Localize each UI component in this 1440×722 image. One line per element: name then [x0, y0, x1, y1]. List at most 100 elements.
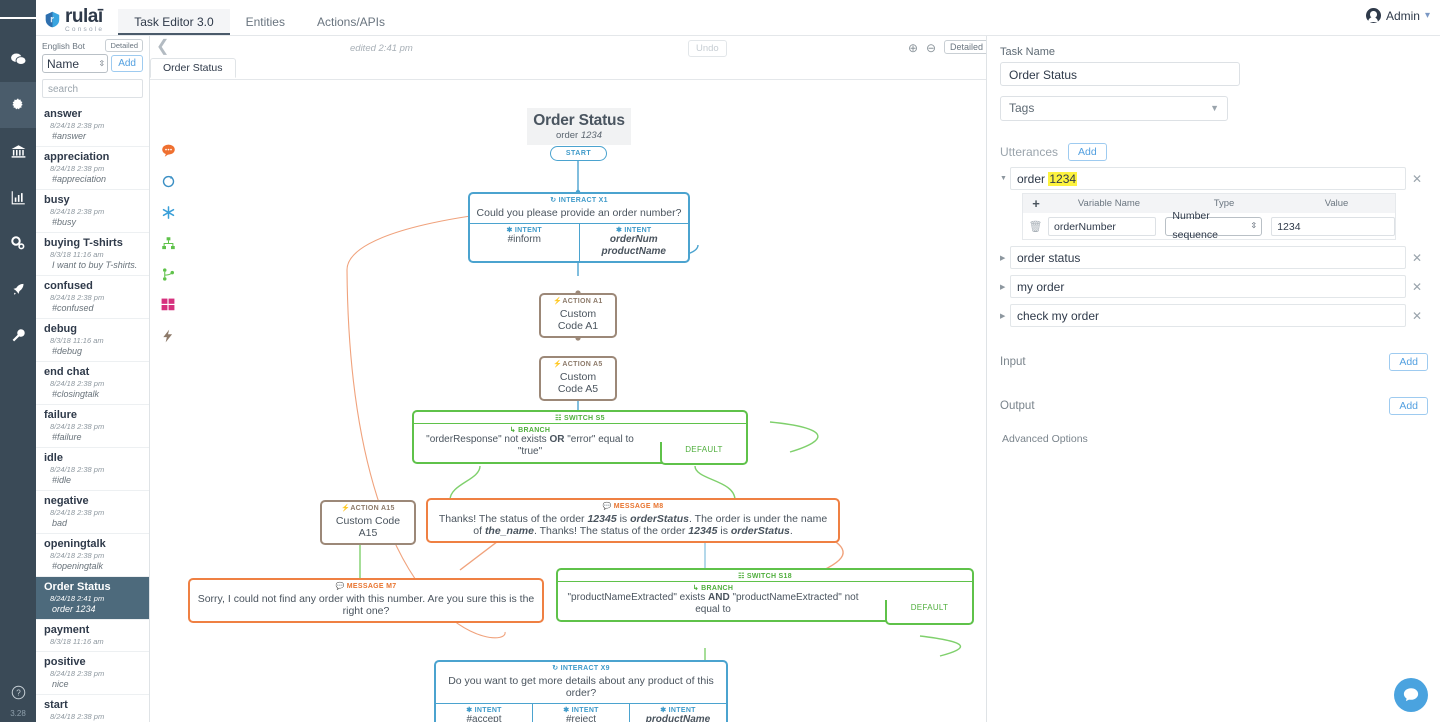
list-item[interactable]: buying T-shirts 8/3/18 11:16 am I want to … — [36, 233, 149, 276]
hamburger-menu-icon[interactable] — [0, 0, 36, 36]
intent-cell[interactable]: ✱ INTENT productName — [630, 704, 726, 722]
rail-item-configuration[interactable] — [0, 220, 36, 266]
sidebar-detailed-button[interactable]: Detailed — [105, 39, 143, 52]
task-name-input[interactable]: Order Status — [1000, 62, 1240, 86]
node-interact-x1[interactable]: ↻ INTERACT X1 Could you please provide a… — [468, 192, 690, 263]
chat-fab-button[interactable] — [1394, 678, 1428, 712]
branch-cell[interactable]: ↳ BRANCH "productNameExtracted" exists A… — [558, 582, 868, 620]
delete-utterance-icon[interactable]: ✕ — [1406, 309, 1428, 323]
tags-select[interactable]: Tags ▼ — [1000, 96, 1228, 121]
delete-utterance-icon[interactable]: ✕ — [1406, 280, 1428, 294]
node-action-a15[interactable]: ⚡ACTION A15 Custom Code A15 — [320, 500, 416, 545]
interact-tool-icon[interactable] — [158, 171, 178, 191]
canvas-tab-order-status[interactable]: Order Status — [150, 58, 236, 78]
variable-value-input[interactable]: 1234 — [1271, 216, 1395, 236]
utterance-input[interactable]: order status — [1010, 246, 1406, 269]
default-label: DEFAULT — [910, 603, 949, 612]
add-input-button[interactable]: Add — [1389, 353, 1428, 371]
add-task-button[interactable]: Add — [111, 55, 143, 72]
tab-entities[interactable]: Entities — [230, 9, 301, 35]
delete-utterance-icon[interactable]: ✕ — [1406, 251, 1428, 265]
canvas-detailed-button[interactable]: Detailed — [944, 40, 986, 54]
expand-toggle-icon[interactable]: ▼ — [1000, 175, 1010, 182]
add-utterance-button[interactable]: Add — [1068, 143, 1107, 161]
node-switch-s18-default[interactable]: DEFAULT — [885, 600, 974, 625]
intent-cell[interactable]: ✱ INTENT orderNum productName — [580, 224, 689, 261]
list-item-date: 8/24/18 2:38 pm — [50, 121, 105, 130]
rail-item-settings[interactable] — [0, 82, 36, 128]
utterance-input[interactable]: my order — [1010, 275, 1406, 298]
tab-actions-apis[interactable]: Actions/APIs — [301, 9, 401, 35]
brand-logo[interactable]: rulaī Console — [36, 7, 118, 36]
add-output-button[interactable]: Add — [1389, 397, 1428, 415]
intent-cell[interactable]: ✱ INTENT #reject im done finished Não — [533, 704, 630, 722]
branch-cell[interactable]: ↳ BRANCH "orderResponse" not exists OR "… — [414, 424, 646, 462]
tab-task-editor[interactable]: Task Editor 3.0 — [118, 9, 230, 35]
rail-item-analytics[interactable] — [0, 174, 36, 220]
node-switch-s5-default[interactable]: DEFAULT — [660, 442, 748, 465]
zoom-out-icon[interactable]: ⊖ — [926, 41, 936, 55]
grid-tool-icon[interactable] — [158, 295, 178, 315]
task-list[interactable]: answer 8/24/18 2:38 pm #answer appreciation… — [36, 104, 149, 722]
utterances-header: Utterances Add — [1000, 143, 1428, 161]
search-input[interactable]: search — [42, 79, 143, 98]
help-icon[interactable]: ? — [11, 685, 26, 705]
node-interact-x9[interactable]: ↻ INTERACT X9 Do you want to get more de… — [434, 660, 728, 722]
list-item[interactable]: answer 8/24/18 2:38 pm #answer — [36, 104, 149, 147]
list-item[interactable]: end chat 8/24/18 2:38 pm #closingtalk — [36, 362, 149, 405]
sort-select[interactable]: Name ⇳ — [42, 54, 109, 73]
switch-tool-icon[interactable] — [158, 233, 178, 253]
delete-variable-icon[interactable]: 🗑 — [1023, 220, 1048, 233]
expand-toggle-icon[interactable]: ▶ — [1000, 283, 1010, 291]
rail-item-deploy[interactable] — [0, 266, 36, 312]
list-item[interactable]: openingtalk 8/24/18 2:38 pm #openingtalk — [36, 534, 149, 577]
intent-tool-icon[interactable] — [158, 202, 178, 222]
flow-subtitle-prefix: order — [556, 130, 581, 141]
list-item[interactable]: debug 8/3/18 11:16 am #debug — [36, 319, 149, 362]
back-arrow-icon[interactable]: ❮ — [156, 39, 170, 55]
message-tool-icon[interactable] — [158, 140, 178, 160]
rail-item-bank[interactable] — [0, 128, 36, 174]
intent-cell[interactable]: ✱ INTENT #inform — [470, 224, 580, 261]
flow-diagram[interactable]: Order Status order 1234 START ↻ INTERACT… — [150, 80, 986, 722]
flow-canvas-panel: ❮ edited 2:41 pm Undo ⊕ ⊖ Detailed Order… — [150, 36, 987, 722]
list-item[interactable]: payment 8/3/18 11:16 am — [36, 620, 149, 652]
intent-cell[interactable]: ✱ INTENT #accept yes sure yes please — [436, 704, 533, 722]
node-interact-x9-intents: ✱ INTENT #accept yes sure yes please ✱ I… — [436, 703, 726, 722]
list-item[interactable]: busy 8/24/18 2:38 pm #busy — [36, 190, 149, 233]
node-action-a5[interactable]: ⚡ACTION A5 Custom Code A5 — [539, 356, 617, 401]
rail-item-tools[interactable] — [0, 312, 36, 358]
rail-item-chat[interactable] — [0, 36, 36, 82]
variable-name-input[interactable]: orderNumber — [1048, 216, 1157, 236]
utterance-input[interactable]: order 1234 — [1010, 167, 1406, 190]
variable-type-select[interactable]: Number sequence ⇳ — [1165, 210, 1263, 241]
node-switch-s18-header: ☷ SWITCH S18 — [738, 573, 792, 580]
node-message-m7[interactable]: 💬 MESSAGE M7 Sorry, I could not find any… — [188, 578, 544, 623]
expand-toggle-icon[interactable]: ▶ — [1000, 312, 1010, 320]
utterance-input[interactable]: check my order — [1010, 304, 1406, 327]
default-label: DEFAULT — [685, 445, 723, 454]
list-item[interactable]: failure 8/24/18 2:38 pm #failure — [36, 405, 149, 448]
list-item-utterance: #closingtalk — [52, 389, 100, 399]
delete-utterance-icon[interactable]: ✕ — [1406, 172, 1428, 186]
m8-line1-a: Thanks! The status of the order — [438, 513, 588, 525]
undo-button[interactable]: Undo — [688, 40, 727, 57]
list-item[interactable]: confused 8/24/18 2:38 pm #confused — [36, 276, 149, 319]
list-item[interactable]: appreciation 8/24/18 2:38 pm #appreciation — [36, 147, 149, 190]
node-message-m8[interactable]: 💬 MESSAGE M8 Thanks! The status of the o… — [426, 498, 840, 543]
admin-menu[interactable]: Admin ▾ — [1365, 8, 1430, 23]
node-interact-x1-header: ↻ INTERACT X1 — [470, 194, 688, 205]
node-action-a1[interactable]: ⚡ACTION A1 Custom Code A1 — [539, 293, 617, 338]
advanced-options-link[interactable]: Advanced Options — [1002, 433, 1428, 445]
add-variable-icon[interactable]: + — [1023, 197, 1049, 210]
list-item[interactable]: negative 8/24/18 2:38 pm bad — [36, 491, 149, 534]
list-item[interactable]: Order Status 8/24/18 2:41 pm order 1234 — [36, 577, 149, 620]
zoom-in-icon[interactable]: ⊕ — [908, 41, 918, 55]
node-start[interactable]: START — [550, 146, 607, 161]
action-tool-icon[interactable] — [158, 326, 178, 346]
list-item[interactable]: start8/24/18 2:38 pm#start — [36, 695, 149, 722]
expand-toggle-icon[interactable]: ▶ — [1000, 254, 1010, 262]
list-item[interactable]: idle 8/24/18 2:38 pm #idle — [36, 448, 149, 491]
list-item[interactable]: positive 8/24/18 2:38 pm nice — [36, 652, 149, 695]
branch-tool-icon[interactable] — [158, 264, 178, 284]
